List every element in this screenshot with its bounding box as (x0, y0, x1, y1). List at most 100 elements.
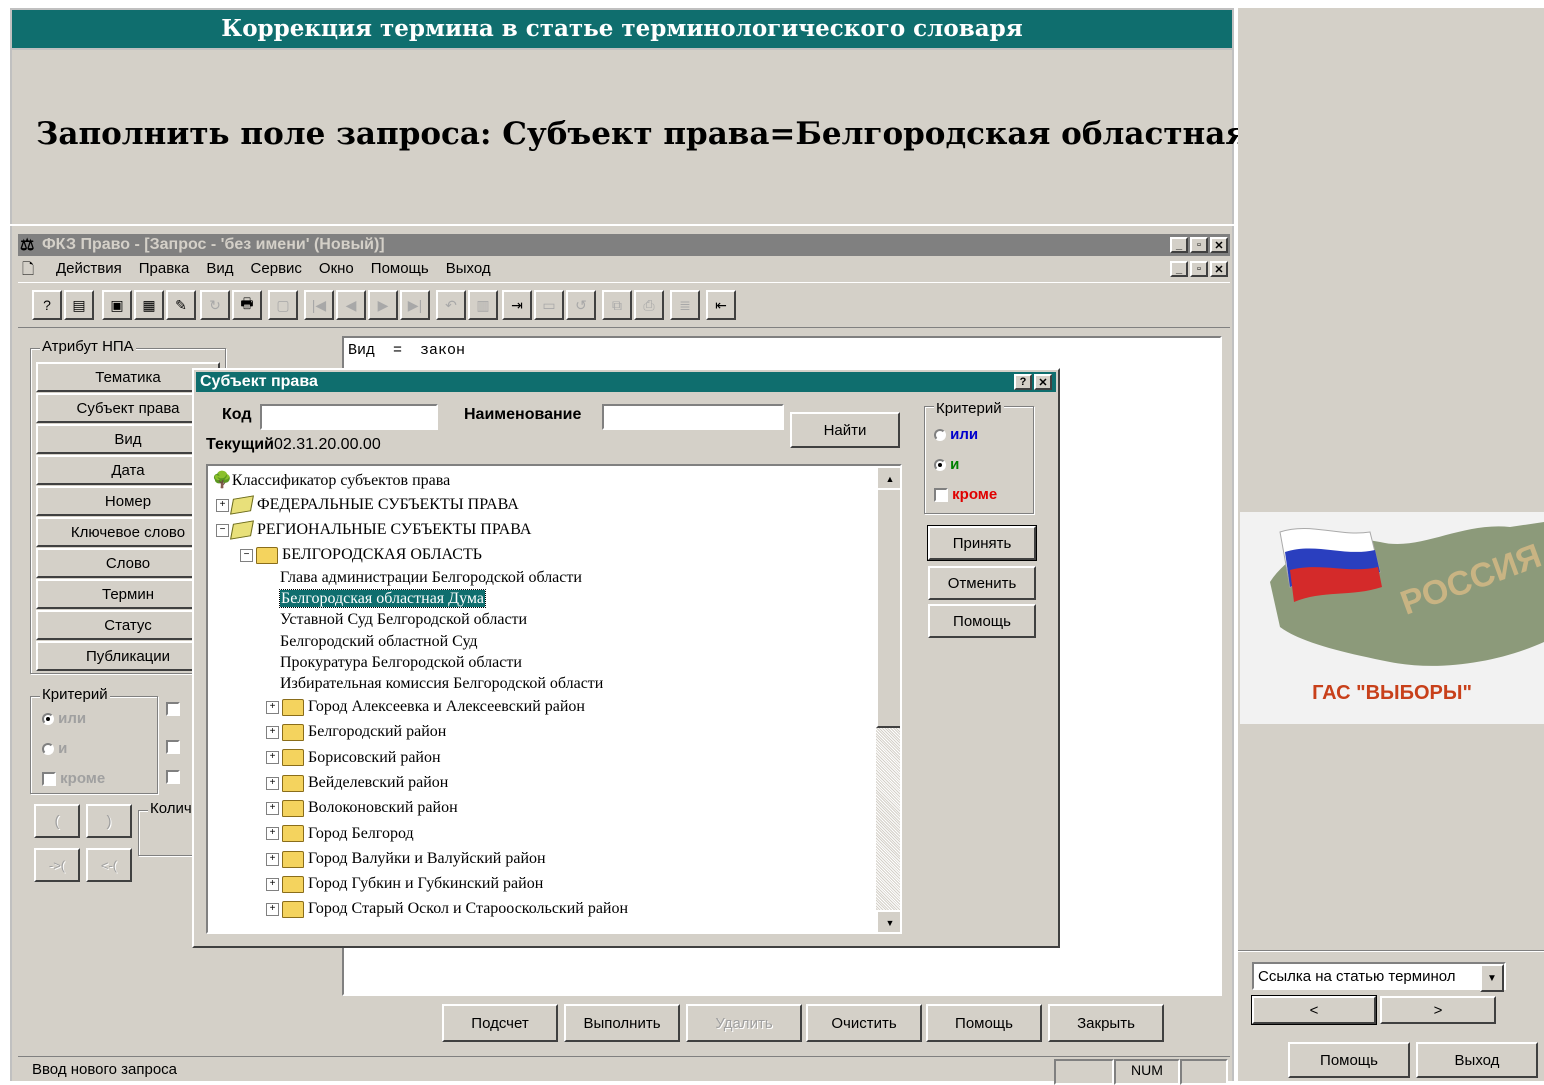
tree-folder[interactable]: + Город Старый Оскол и Старооскольский ра… (266, 898, 628, 920)
expand-icon[interactable]: + (266, 852, 279, 866)
nav-prev-button[interactable]: < (1251, 995, 1377, 1025)
help-icon[interactable]: ? (1014, 374, 1032, 390)
expand-icon[interactable]: + (266, 726, 279, 740)
expand-icon[interactable]: + (266, 827, 279, 841)
expand-icon[interactable]: + (216, 498, 229, 512)
search-text-icon[interactable]: ⧉ (602, 290, 632, 320)
code-input[interactable] (260, 404, 438, 430)
dialog-or-radio[interactable] (934, 429, 946, 442)
undo-icon[interactable]: ↺ (566, 290, 596, 320)
paren-close-button[interactable]: ) (86, 804, 132, 838)
menu-item[interactable]: Сервис (251, 260, 302, 277)
tree-leaf[interactable]: Глава администрации Белгородской области (280, 568, 582, 588)
tree-folder[interactable]: + Город Алексеевка и Алексеевский район (266, 696, 585, 718)
extra-checkbox-3[interactable] (166, 770, 180, 784)
mdi-minimize-icon[interactable]: _ (1170, 261, 1188, 277)
tree-folder[interactable]: + Город Губкин и Губкинский район (266, 873, 543, 895)
dialog-help-button[interactable]: Помощь (928, 604, 1036, 638)
nav-select[interactable]: Ссылка на статью терминол ▼ (1252, 962, 1506, 992)
tree-folder[interactable]: + Борисовский район (266, 747, 441, 769)
exit-door-icon[interactable]: ⇤ (706, 290, 736, 320)
left-crit-and[interactable]: и (42, 740, 67, 757)
left-except-checkbox[interactable] (42, 772, 56, 787)
tree-node-regional[interactable]: − РЕГИОНАЛЬНЫЕ СУБЪЕКТЫ ПРАВА (216, 519, 531, 541)
tree-folder[interactable]: + Город Валуйки и Валуйский район (266, 848, 546, 870)
accept-button[interactable]: Принять (927, 525, 1037, 561)
new-doc-icon[interactable]: ▤ (64, 290, 94, 320)
menu-item[interactable]: Окно (319, 260, 354, 277)
expand-icon[interactable]: + (266, 802, 279, 816)
next-icon[interactable]: ▶ (368, 290, 398, 320)
edit-query-icon[interactable]: ✎ (166, 290, 196, 320)
mdi-restore-icon[interactable]: ▫ (1190, 261, 1208, 277)
expand-icon[interactable]: + (266, 751, 279, 765)
tree-scrollbar[interactable]: ▲ ▼ (876, 466, 900, 932)
arrow-in-button[interactable]: ->( (34, 848, 80, 882)
tree-leaf[interactable]: Избирательная комиссия Белгородской обла… (280, 674, 603, 694)
dialog-close-icon[interactable]: ✕ (1034, 374, 1052, 390)
menu-item[interactable]: Выход (446, 260, 491, 277)
tree-node-region[interactable]: − БЕЛГОРОДСКАЯ ОБЛАСТЬ (240, 544, 482, 566)
nav-next-button[interactable]: > (1380, 996, 1496, 1024)
bottom-button[interactable]: Очистить (806, 1004, 922, 1042)
tree-folder[interactable]: + Волоконовский район (266, 797, 458, 819)
expand-icon[interactable]: + (266, 776, 279, 790)
find-button[interactable]: Найти (790, 412, 900, 448)
list-icon[interactable]: ≣ (670, 290, 700, 320)
name-input[interactable] (602, 404, 784, 430)
tree-leaf-selected[interactable]: Белгородская областная Дума (279, 589, 486, 609)
copy-query-icon[interactable]: ▣ (102, 290, 132, 320)
help-query-icon[interactable]: ? (32, 290, 62, 320)
tree-folder[interactable]: + Город Белгород (266, 823, 414, 845)
left-crit-or[interactable]: или (42, 710, 86, 727)
expand-icon[interactable]: + (266, 700, 279, 714)
prev-icon[interactable]: ◀ (336, 290, 366, 320)
scroll-down-icon[interactable]: ▼ (876, 910, 900, 932)
menu-item[interactable]: Помощь (371, 260, 429, 277)
bottom-button[interactable]: Помощь (926, 1004, 1042, 1042)
arrow-out-button[interactable]: <-( (86, 848, 132, 882)
menu-item[interactable]: Действия (56, 260, 122, 277)
scroll-thumb[interactable] (876, 488, 900, 728)
refresh-icon[interactable]: ↻ (200, 290, 230, 320)
left-and-radio[interactable] (42, 743, 54, 756)
first-icon[interactable]: |◀ (304, 290, 334, 320)
paste-query-icon[interactable]: ▦ (134, 290, 164, 320)
menu-item[interactable]: Вид (206, 260, 233, 277)
dialog-crit-except[interactable]: кроме (934, 486, 997, 503)
minimize-icon[interactable]: _ (1170, 237, 1188, 253)
menu-item[interactable]: Правка (139, 260, 190, 277)
tree-leaf[interactable]: Прокуратура Белгородской области (280, 653, 522, 673)
note-icon[interactable]: ▥ (468, 290, 498, 320)
close-icon[interactable]: ✕ (1210, 237, 1228, 253)
bottom-button[interactable]: Подсчет (442, 1004, 558, 1042)
extra-checkbox-2[interactable] (166, 740, 180, 754)
extra-checkbox-1[interactable] (166, 702, 180, 716)
dialog-except-checkbox[interactable] (934, 488, 948, 503)
left-crit-except[interactable]: кроме (42, 770, 105, 787)
slide-exit-button[interactable]: Выход (1416, 1042, 1538, 1078)
bottom-button[interactable]: Закрыть (1048, 1004, 1164, 1042)
tree-folder[interactable]: + Белгородский район (266, 721, 446, 743)
print-icon[interactable]: 🖶 (232, 290, 262, 320)
expand-icon[interactable]: + (266, 877, 279, 891)
tree-root[interactable]: 🌳Классификатор субъектов права (212, 470, 450, 492)
collapse-icon[interactable]: − (240, 548, 253, 562)
bottom-button[interactable]: Выполнить (564, 1004, 680, 1042)
dialog-crit-and[interactable]: и (934, 456, 959, 473)
bottom-button[interactable]: Удалить (686, 1004, 802, 1042)
back-icon[interactable]: ↶ (436, 290, 466, 320)
subject-tree[interactable]: 🌳Классификатор субъектов права + ФЕДЕРАЛЬ… (206, 464, 902, 934)
folder-new-icon[interactable]: ▭ (534, 290, 564, 320)
mdi-close-icon[interactable]: ✕ (1210, 261, 1228, 277)
insert-icon[interactable]: ⇥ (502, 290, 532, 320)
print-alt-icon[interactable]: ⎙ (634, 290, 664, 320)
chevron-down-icon[interactable]: ▼ (1480, 964, 1504, 992)
dialog-and-radio[interactable] (934, 459, 946, 472)
slide-help-button[interactable]: Помощь (1288, 1042, 1410, 1078)
tree-leaf[interactable]: Уставной Суд Белгородской области (280, 610, 527, 630)
last-icon[interactable]: ▶| (400, 290, 430, 320)
cancel-button[interactable]: Отменить (928, 566, 1036, 600)
expand-icon[interactable]: + (266, 903, 279, 917)
dialog-crit-or[interactable]: или (934, 426, 978, 443)
